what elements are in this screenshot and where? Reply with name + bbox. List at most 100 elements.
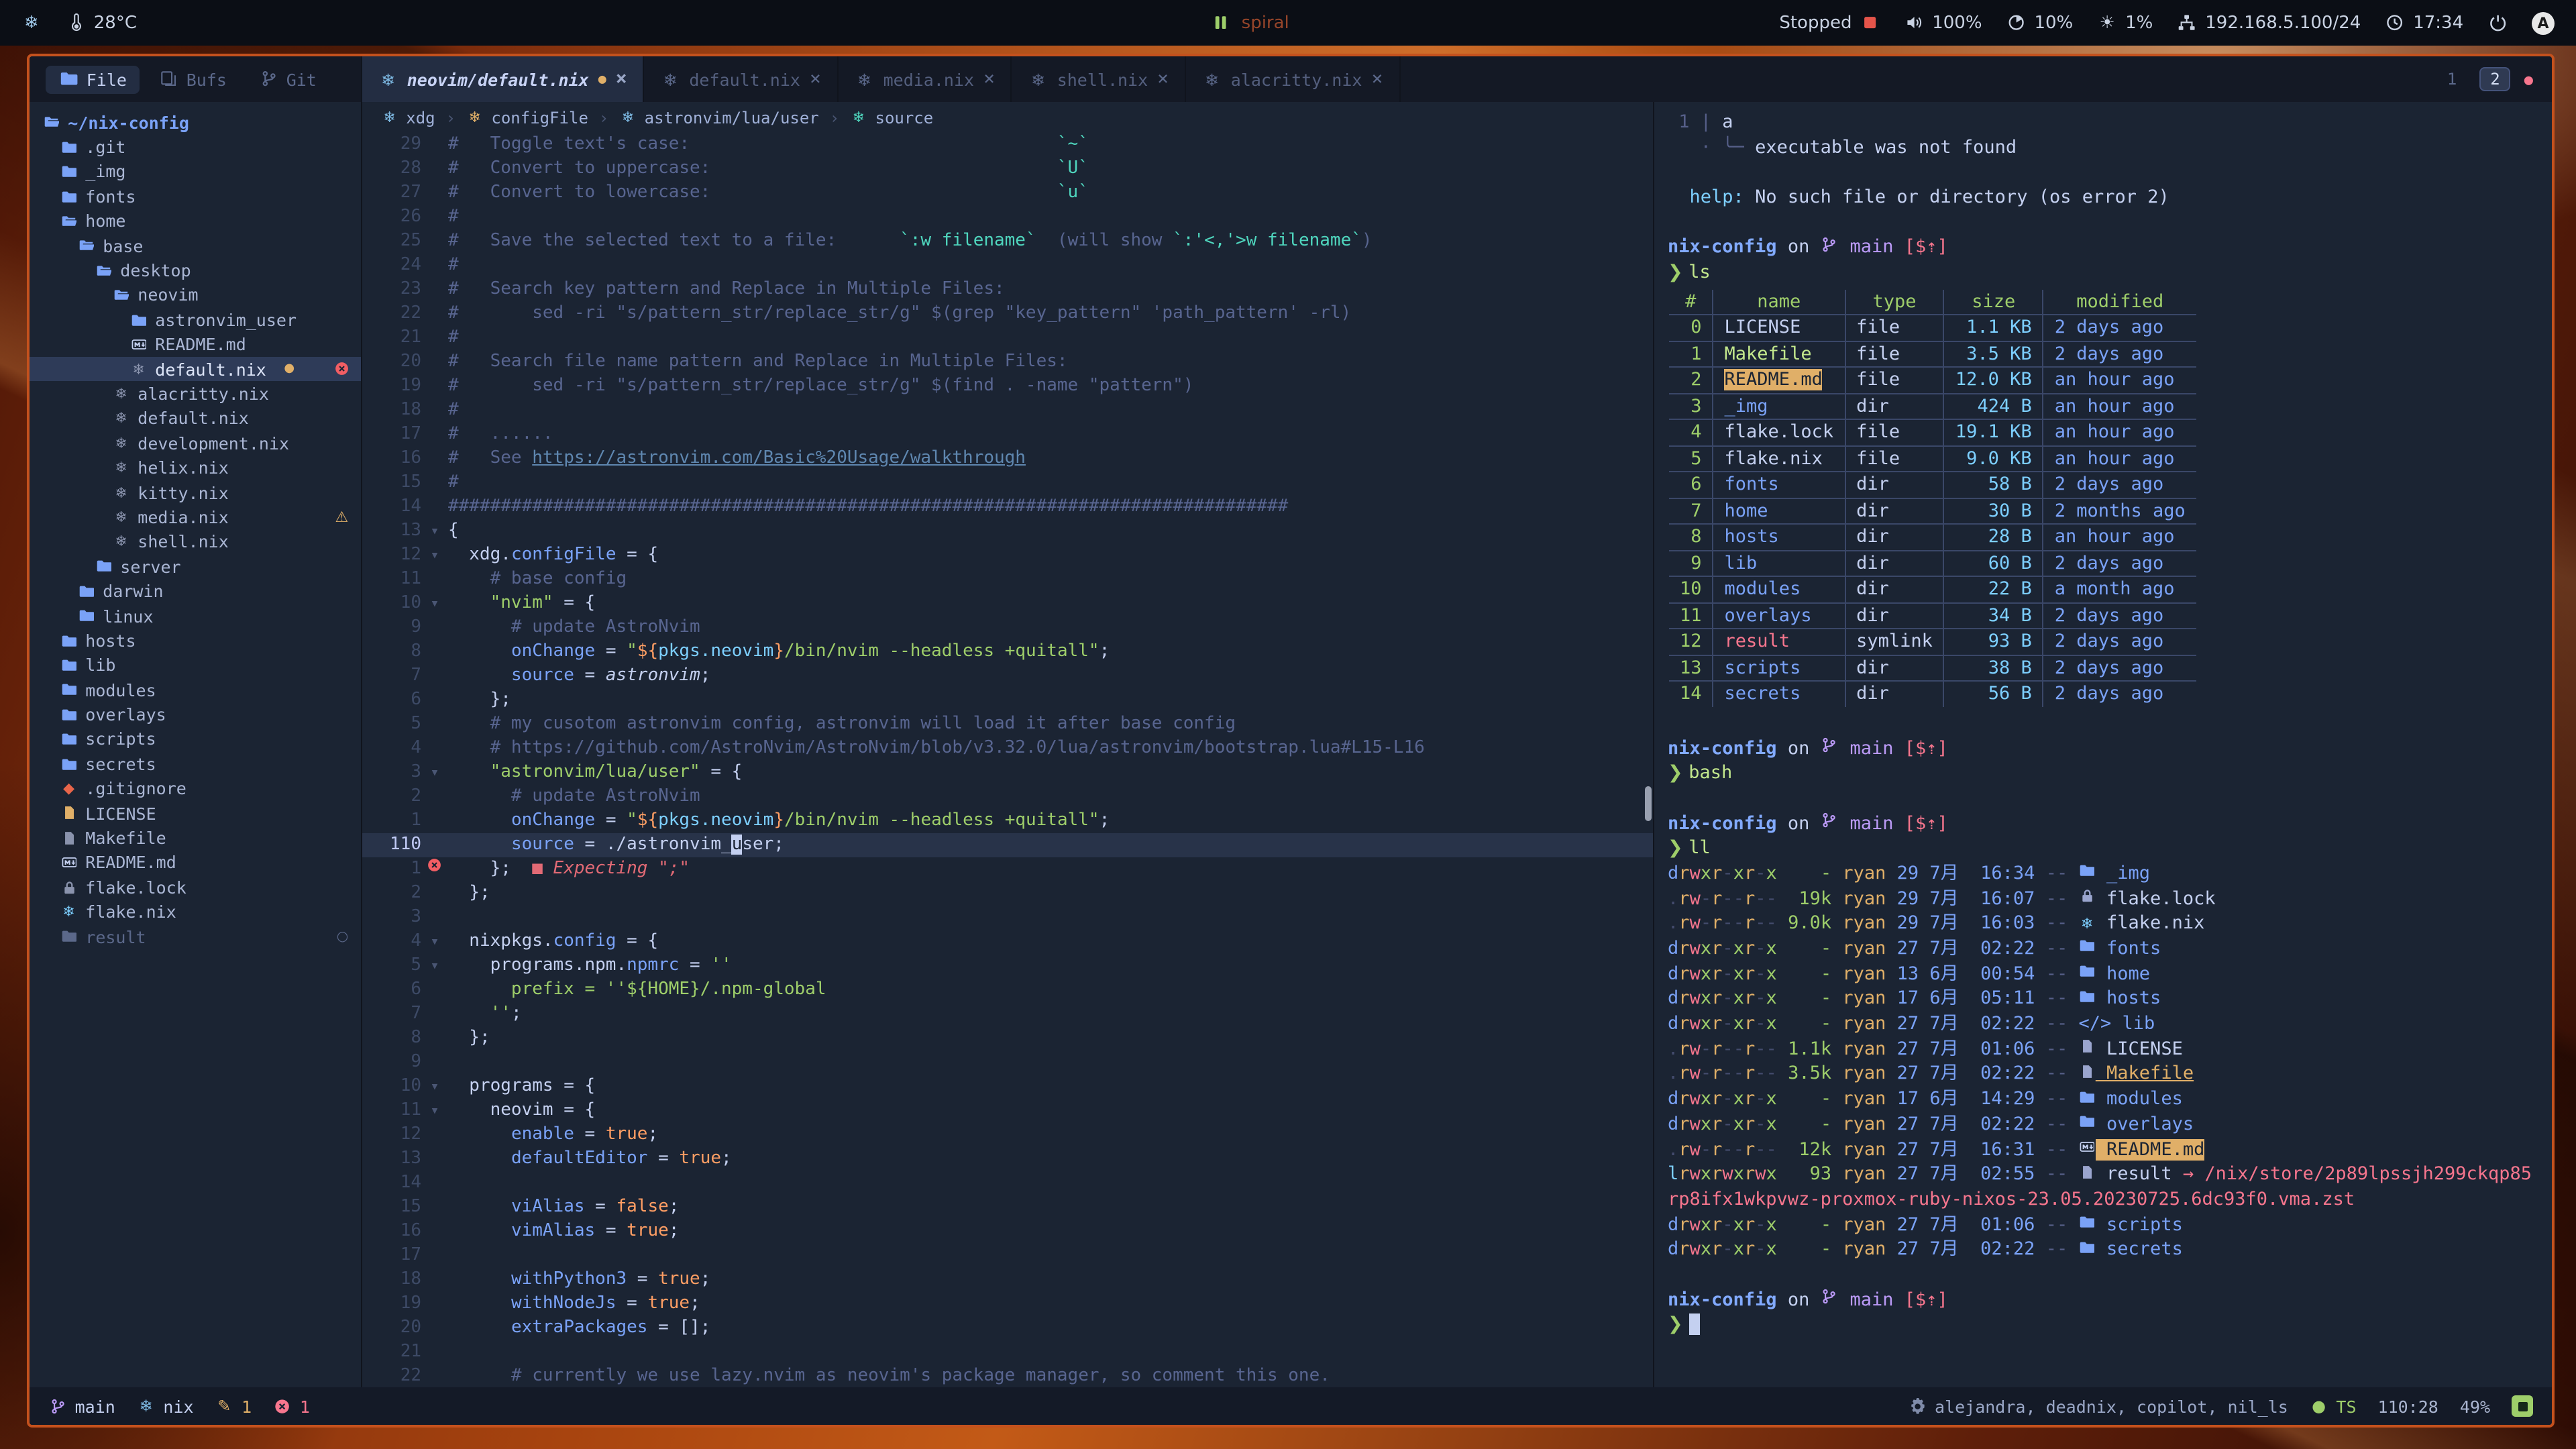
- tree-item[interactable]: lib: [30, 653, 361, 678]
- table-row: 12resultsymlink93 B2 days ago: [1668, 629, 2197, 655]
- terminal-line: .rw-r--r-- 19k ryan 29 7月 16:07 -- flake…: [1668, 886, 2552, 911]
- editor-line: 110 source = ./astronvim_user;: [362, 833, 1653, 857]
- tree-item[interactable]: Makefile: [30, 826, 361, 851]
- error-icon: [333, 362, 350, 377]
- terminal-line: drwxr-xr-x - ryan 17 6月 05:11 -- hosts: [1668, 987, 2552, 1012]
- folder-icon: [2079, 963, 2096, 979]
- editor-line: 15 #: [362, 471, 1653, 495]
- folder-open-icon: [78, 238, 95, 254]
- branch-status: main: [48, 1396, 115, 1416]
- tree-item[interactable]: .git: [30, 135, 361, 160]
- editor-line: 21: [362, 1340, 1653, 1364]
- terminal-line: drwxr-xr-x - ryan 27 7月 02:22 -- overlay…: [1668, 1112, 2552, 1137]
- pane-indicator-1[interactable]: 1: [2438, 68, 2466, 90]
- terminal-window: FileBufsGit ❄neovim/default.nix●×❄defaul…: [27, 54, 2555, 1428]
- tree-item[interactable]: darwin: [30, 579, 361, 604]
- tree-item[interactable]: ❄flake.nix: [30, 900, 361, 924]
- table-row: 11overlaysdir34 B2 days ago: [1668, 603, 2197, 629]
- tree-item[interactable]: ❄shell.nix: [30, 529, 361, 554]
- tree-item[interactable]: ❄development.nix: [30, 431, 361, 455]
- tree-item[interactable]: neovim: [30, 282, 361, 307]
- editor-line: 19 withNodeJs = true;: [362, 1292, 1653, 1316]
- gauge-item: 10%: [2006, 13, 2074, 33]
- tree-item[interactable]: ❄alacritty.nix: [30, 382, 361, 407]
- folder-icon: [130, 312, 147, 327]
- editor-pane[interactable]: ❄xdg›❄configFile›❄astronvim/lua/user›❄so…: [362, 102, 1653, 1387]
- folder-icon: [60, 929, 77, 945]
- tree-item[interactable]: overlays: [30, 702, 361, 727]
- editor-line: 23 # Search key pattern and Replace in M…: [362, 278, 1653, 302]
- buffer-tab[interactable]: ❄media.nix×: [839, 56, 1012, 102]
- editor-line: 16 vimAlias = true;: [362, 1220, 1653, 1244]
- file-explorer[interactable]: ~/nix-config.git_imgfontshomebasedesktop…: [30, 102, 362, 1387]
- terminal-line: nix-config on main [$⇡]: [1668, 736, 2552, 761]
- editor-lines[interactable]: 29 # Toggle text's case: `~`28 # Convert…: [362, 133, 1653, 1387]
- sidebar-tab-bufs[interactable]: Bufs: [146, 65, 240, 93]
- breadcrumb: ❄xdg›❄configFile›❄astronvim/lua/user›❄so…: [362, 102, 1653, 133]
- stop-icon: [1860, 13, 1880, 32]
- close-tab-icon[interactable]: ×: [1371, 68, 1383, 90]
- breadcrumb-item[interactable]: ❄configFile: [466, 108, 588, 127]
- tree-item[interactable]: ◆.gitignore: [30, 776, 361, 801]
- tree-item[interactable]: README.md: [30, 850, 361, 875]
- tree-item[interactable]: base: [30, 233, 361, 258]
- tree-item[interactable]: linux: [30, 604, 361, 629]
- editor-line: 5 # my cusotom astronvim config, astronv…: [362, 712, 1653, 737]
- tree-item[interactable]: desktop: [30, 258, 361, 283]
- tree-item[interactable]: flake.lock: [30, 875, 361, 900]
- tree-item[interactable]: hosts: [30, 628, 361, 653]
- tree-item[interactable]: modules: [30, 678, 361, 702]
- topbar-left: ❄28°C: [21, 13, 137, 33]
- buffer-tab[interactable]: ❄default.nix×: [645, 56, 839, 102]
- terminal-pane[interactable]: 1 | a · ╰─ executable was not found help…: [1653, 102, 2552, 1387]
- pane-indicator-2[interactable]: 2: [2479, 67, 2510, 91]
- tree-item[interactable]: fonts: [30, 184, 361, 209]
- tree-root[interactable]: ~/nix-config: [30, 110, 361, 135]
- doc-icon: [2079, 1038, 2096, 1054]
- nix-icon: ❄: [113, 435, 129, 452]
- error-icon: [273, 1397, 292, 1414]
- buffer-tabs: ❄neovim/default.nix●×❄default.nix×❄media…: [362, 56, 1400, 102]
- editor-line: 6 prefix = ''${HOME}/.npm-global: [362, 978, 1653, 1002]
- tree-item[interactable]: secrets: [30, 751, 361, 776]
- breadcrumb-item[interactable]: ❄xdg: [381, 108, 435, 127]
- tree-item[interactable]: ❄default.nix●: [30, 357, 361, 382]
- terminal-line: 1 | a: [1668, 110, 2552, 135]
- buffer-tab[interactable]: ❄neovim/default.nix●×: [362, 56, 645, 102]
- close-tab-icon[interactable]: ×: [616, 68, 627, 90]
- tree-item[interactable]: ❄media.nix⚠: [30, 505, 361, 530]
- power-icon: [2487, 13, 2508, 32]
- table-row: 3_imgdir424 Ban hour ago: [1668, 394, 2197, 420]
- sidebar-tab-file[interactable]: File: [46, 65, 140, 93]
- editor-line: 10▾ "nvim" = {: [362, 592, 1653, 616]
- tree-item[interactable]: ❄helix.nix: [30, 455, 361, 480]
- tree-item[interactable]: _img: [30, 160, 361, 184]
- close-tab-icon[interactable]: ×: [1157, 68, 1169, 90]
- editor-line: 4 # https://github.com/AstroNvim/AstroNv…: [362, 737, 1653, 761]
- editor-scrollbar-thumb[interactable]: [1645, 786, 1652, 821]
- editor-line: 19 # sed -ri "s/pattern_str/replace_str/…: [362, 374, 1653, 398]
- mode-badge: [2512, 1395, 2533, 1417]
- breadcrumb-item[interactable]: ❄astronvim/lua/user: [619, 108, 818, 127]
- buffer-tab[interactable]: ❄alacritty.nix×: [1186, 56, 1400, 102]
- tree-item[interactable]: ❄default.nix: [30, 406, 361, 431]
- tree-item[interactable]: server: [30, 554, 361, 579]
- close-tab-icon[interactable]: ×: [983, 68, 995, 90]
- tree-item[interactable]: astronvim_user: [30, 307, 361, 332]
- tree-item[interactable]: result○: [30, 924, 361, 949]
- tree-item[interactable]: LICENSE: [30, 801, 361, 826]
- branch-icon: [1821, 236, 1839, 253]
- breadcrumb-item[interactable]: ❄source: [850, 108, 933, 127]
- tree-item[interactable]: scripts: [30, 727, 361, 752]
- close-tab-icon[interactable]: ×: [810, 68, 821, 90]
- lock-icon: [2079, 888, 2096, 904]
- folder-icon: [59, 70, 78, 88]
- editor-line: 18 withPython3 = true;: [362, 1268, 1653, 1292]
- tree-item[interactable]: ❄kitty.nix: [30, 480, 361, 505]
- sidebar-tab-git[interactable]: Git: [246, 65, 330, 93]
- tree-item[interactable]: home: [30, 209, 361, 233]
- tree-item[interactable]: README.md: [30, 332, 361, 357]
- buffer-tab[interactable]: ❄shell.nix×: [1012, 56, 1186, 102]
- terminal-line: lrwxrwxrwx 93 ryan 27 7月 02:55 -- result…: [1668, 1162, 2552, 1187]
- window-main: ~/nix-config.git_imgfontshomebasedesktop…: [30, 102, 2552, 1387]
